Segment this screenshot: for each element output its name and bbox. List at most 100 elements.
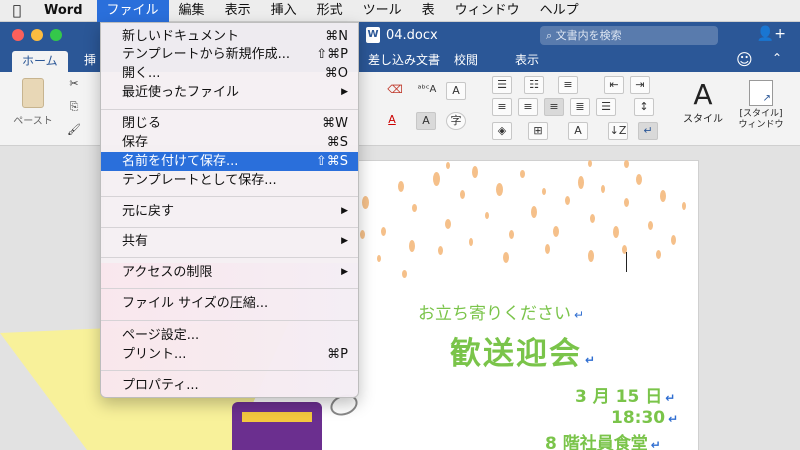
confetti-dot xyxy=(469,238,473,246)
bullets-icon[interactable]: ☰ xyxy=(492,76,512,94)
menu-item-recent-files[interactable]: 最近使ったファイル ▶ xyxy=(101,83,358,102)
menu-item-new-from-template[interactable]: テンプレートから新規作成... ⇧⌘P xyxy=(101,45,358,64)
chevron-up-icon[interactable]: ⌃ xyxy=(772,51,782,65)
menu-separator xyxy=(101,370,358,371)
menu-separator xyxy=(101,288,358,289)
minimize-window-button[interactable] xyxy=(31,29,43,41)
copy-icon[interactable]: ⎘ xyxy=(64,99,84,117)
format-painter-icon[interactable]: 🖌 xyxy=(64,122,84,140)
menu-tools[interactable]: ツール xyxy=(353,0,412,22)
smiley-feedback-icon[interactable]: ☺ xyxy=(736,50,753,69)
maximize-window-button[interactable] xyxy=(50,29,62,41)
menu-item-properties[interactable]: プロパティ... xyxy=(101,376,358,395)
styles-button[interactable]: A スタイル xyxy=(680,80,726,126)
clear-format-icon[interactable]: ⌫ xyxy=(382,82,408,100)
paragraph-mark: ↵ xyxy=(668,412,679,426)
document-title-text: 04.docx xyxy=(386,27,438,43)
apple-icon[interactable]:  xyxy=(0,3,34,19)
justify-icon[interactable]: ≣ xyxy=(570,98,590,116)
tab-home[interactable]: ホーム xyxy=(12,51,68,72)
confetti-dot xyxy=(624,198,629,207)
confetti-dot xyxy=(438,246,443,255)
menu-item-save[interactable]: 保存 ⌘S xyxy=(101,133,358,152)
menu-item-open[interactable]: 開く... ⌘O xyxy=(101,64,358,83)
increase-indent-icon[interactable]: ⇥ xyxy=(630,76,650,94)
cut-icon[interactable]: ✂ xyxy=(64,76,84,94)
confetti-dot xyxy=(648,221,653,230)
paste-button[interactable]: ペースト xyxy=(10,78,56,127)
align-right-icon[interactable]: ≡ xyxy=(544,98,564,116)
line-spacing-icon[interactable]: ↕ xyxy=(634,98,654,116)
menu-app-word[interactable]: Word xyxy=(34,0,97,22)
decrease-indent-icon[interactable]: ⇤ xyxy=(604,76,624,94)
enclose-characters-icon[interactable]: 字 xyxy=(446,112,466,130)
confetti-dot xyxy=(503,252,509,263)
confetti-dot xyxy=(509,230,514,239)
shading-icon[interactable]: ◈ xyxy=(492,122,512,140)
tab-review[interactable]: 校閲 xyxy=(444,48,488,72)
menu-edit[interactable]: 編集 xyxy=(169,0,215,22)
menu-item-share[interactable]: 共有 ▶ xyxy=(101,232,358,251)
styles-pane-button[interactable]: [スタイル] ウィンドウ xyxy=(732,80,790,131)
search-input[interactable]: ⌕ 文書内を検索 xyxy=(540,26,718,45)
numbering-icon[interactable]: ☷ xyxy=(524,76,544,94)
align-center-icon[interactable]: ≡ xyxy=(518,98,538,116)
menu-separator xyxy=(101,227,358,228)
borders-icon[interactable]: ⊞ xyxy=(528,122,548,140)
character-border-icon[interactable]: A xyxy=(446,82,466,100)
font-color-icon[interactable]: A xyxy=(382,112,402,130)
text-direction-icon[interactable]: A xyxy=(568,122,588,140)
menu-separator xyxy=(101,109,358,110)
menu-item-label: アクセスの制限 xyxy=(122,265,213,280)
confetti-dot xyxy=(433,172,440,186)
menu-item-label: 開く... xyxy=(122,66,161,81)
paste-label: ペースト xyxy=(13,116,53,127)
menu-item-restrict-access[interactable]: アクセスの制限 ▶ xyxy=(101,263,358,282)
align-left-icon[interactable]: ≡ xyxy=(492,98,512,116)
confetti-dot xyxy=(362,196,369,209)
tab-view[interactable]: 表示 xyxy=(505,48,549,72)
add-person-icon[interactable]: 👤+ xyxy=(757,26,786,42)
confetti-dot xyxy=(590,214,595,223)
menu-format[interactable]: 形式 xyxy=(307,0,353,22)
multilevel-list-icon[interactable]: ≡ xyxy=(558,76,578,94)
chevron-right-icon: ▶ xyxy=(341,206,348,216)
paragraph-mark: ↵ xyxy=(574,308,585,322)
event-place-value: 8 階社員食堂 xyxy=(545,434,648,450)
distributed-icon[interactable]: ☰ xyxy=(596,98,616,116)
show-marks-icon[interactable]: ↵ xyxy=(638,122,658,140)
confetti-dot xyxy=(601,185,605,193)
confetti-dot xyxy=(671,235,676,245)
close-window-button[interactable] xyxy=(12,29,24,41)
menu-item-revert[interactable]: 元に戻す ▶ xyxy=(101,202,358,221)
confetti-dot xyxy=(542,188,546,195)
paragraph-mark: ↵ xyxy=(650,438,661,450)
menu-item-new-document[interactable]: 新しいドキュメント ⌘N xyxy=(101,27,358,46)
confetti-dot xyxy=(402,270,407,278)
confetti-dot xyxy=(624,160,629,168)
confetti-dot xyxy=(613,226,619,238)
menu-item-label: 名前を付けて保存... xyxy=(122,154,239,169)
menu-item-reduce-file-size[interactable]: ファイル サイズの圧縮... xyxy=(101,294,358,313)
menu-insert[interactable]: 挿入 xyxy=(261,0,307,22)
menu-item-page-setup[interactable]: ページ設定... xyxy=(101,326,358,345)
menu-item-save-as[interactable]: 名前を付けて保存... ⇧⌘S xyxy=(101,152,358,171)
menu-file[interactable]: ファイル xyxy=(96,0,169,22)
character-shading-icon[interactable]: A xyxy=(416,112,436,130)
sort-icon[interactable]: ↓Z xyxy=(608,122,628,140)
menu-table[interactable]: 表 xyxy=(412,0,445,22)
menu-help[interactable]: ヘルプ xyxy=(530,0,589,22)
phonetic-guide-icon[interactable]: ᵃᵇᶜA xyxy=(414,82,440,100)
confetti-dot xyxy=(588,160,592,167)
menu-window[interactable]: ウィンドウ xyxy=(445,0,530,22)
menu-item-save-as-template[interactable]: テンプレートとして保存... xyxy=(101,171,358,190)
menu-item-close[interactable]: 閉じる ⌘W xyxy=(101,114,358,133)
confetti-dot xyxy=(446,162,450,169)
confetti-dot xyxy=(496,183,503,196)
menu-separator xyxy=(101,320,358,321)
confetti-dot xyxy=(398,181,404,192)
tab-mailings[interactable]: 差し込み文書 xyxy=(358,48,450,72)
menu-view[interactable]: 表示 xyxy=(215,0,261,22)
menu-separator xyxy=(101,196,358,197)
menu-item-print[interactable]: プリント... ⌘P xyxy=(101,345,358,364)
